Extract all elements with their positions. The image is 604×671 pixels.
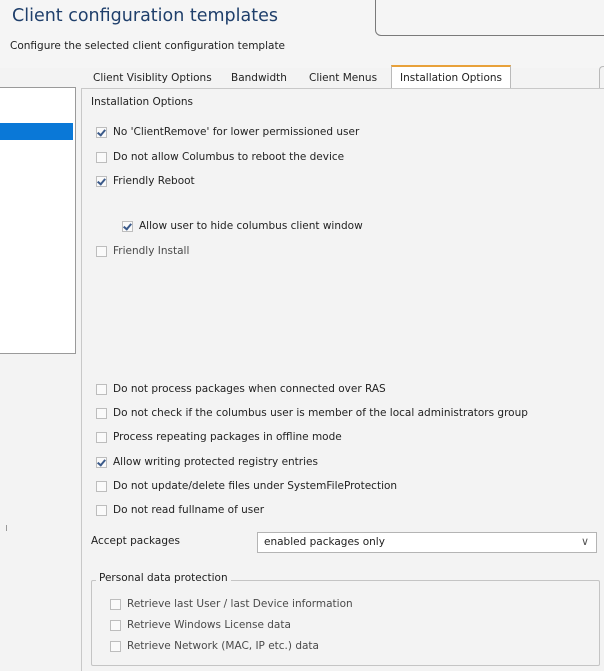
option-label: Do not update/delete files under SystemF… [113, 480, 398, 492]
option-no-clientremove[interactable]: No 'ClientRemove' for lower permissioned… [96, 124, 359, 140]
option-repeating-offline[interactable]: Process repeating packages in offline mo… [96, 429, 342, 445]
checkbox[interactable] [96, 151, 107, 163]
checkbox[interactable] [96, 245, 107, 257]
option-last-user-device[interactable]: Retrieve last User / last Device informa… [110, 596, 353, 612]
personal-data-legend: Personal data protection [96, 572, 231, 584]
checkbox[interactable] [110, 619, 121, 631]
checkbox[interactable] [96, 383, 107, 395]
option-label: Retrieve last User / last Device informa… [127, 598, 353, 610]
template-list-selected-item[interactable] [0, 123, 73, 140]
section-title: Installation Options [91, 96, 194, 108]
option-label: Friendly Install [113, 245, 190, 257]
checkbox[interactable] [96, 504, 107, 516]
checkbox-checked[interactable] [96, 126, 107, 138]
checkbox-checked[interactable] [122, 220, 133, 232]
checkbox-checked[interactable] [96, 175, 107, 187]
tab-bandwidth[interactable]: Bandwidth [231, 68, 287, 88]
tab-client-visibility[interactable]: Client Visiblity Options [93, 68, 212, 88]
checkbox[interactable] [110, 598, 121, 610]
option-no-ras[interactable]: Do not process packages when connected o… [96, 381, 386, 397]
checkbox[interactable] [96, 431, 107, 443]
accept-packages-label: Accept packages [91, 535, 180, 547]
option-protected-registry[interactable]: Allow writing protected registry entries [96, 454, 318, 470]
accept-packages-value: enabled packages only [264, 536, 385, 548]
option-friendly-reboot[interactable]: Friendly Reboot [96, 173, 195, 189]
option-no-fullname[interactable]: Do not read fullname of user [96, 502, 264, 518]
option-hide-client-window[interactable]: Allow user to hide columbus client windo… [122, 218, 363, 234]
checkbox[interactable] [96, 480, 107, 492]
splitter-mark [6, 525, 7, 531]
search-input[interactable] [375, 0, 604, 36]
option-friendly-install[interactable]: Friendly Install [96, 243, 189, 259]
checkbox[interactable] [110, 640, 121, 652]
option-label: Allow writing protected registry entries [113, 456, 318, 468]
option-label: Do not process packages when connected o… [113, 383, 386, 395]
option-label: Allow user to hide columbus client windo… [139, 220, 363, 232]
option-label: Do not check if the columbus user is mem… [113, 407, 528, 419]
option-label: Do not read fullname of user [113, 504, 265, 516]
page-title: Client configuration templates [12, 6, 278, 26]
accept-packages-select[interactable]: enabled packages only ∨ [257, 532, 597, 553]
option-label: Retrieve Windows License data [127, 619, 291, 631]
page-subtitle: Configure the selected client configurat… [10, 40, 286, 52]
option-no-reboot[interactable]: Do not allow Columbus to reboot the devi… [96, 149, 344, 165]
option-label: No 'ClientRemove' for lower permissioned… [113, 126, 360, 138]
checkbox-checked[interactable] [96, 456, 107, 468]
tab-client-menus[interactable]: Client Menus [309, 68, 377, 88]
option-network-data[interactable]: Retrieve Network (MAC, IP etc.) data [110, 638, 319, 654]
option-label: Process repeating packages in offline mo… [113, 431, 342, 443]
option-no-admin-check[interactable]: Do not check if the columbus user is mem… [96, 405, 528, 421]
option-label: Friendly Reboot [113, 175, 195, 187]
chevron-down-icon[interactable]: ∨ [581, 535, 589, 548]
option-label: Retrieve Network (MAC, IP etc.) data [127, 640, 319, 652]
checkbox[interactable] [96, 407, 107, 419]
option-windows-license[interactable]: Retrieve Windows License data [110, 617, 291, 633]
tab-installation-options[interactable]: Installation Options [391, 65, 512, 89]
option-label: Do not allow Columbus to reboot the devi… [113, 151, 345, 163]
option-sfp[interactable]: Do not update/delete files under SystemF… [96, 478, 397, 494]
tab-overflow-edge [599, 66, 604, 89]
